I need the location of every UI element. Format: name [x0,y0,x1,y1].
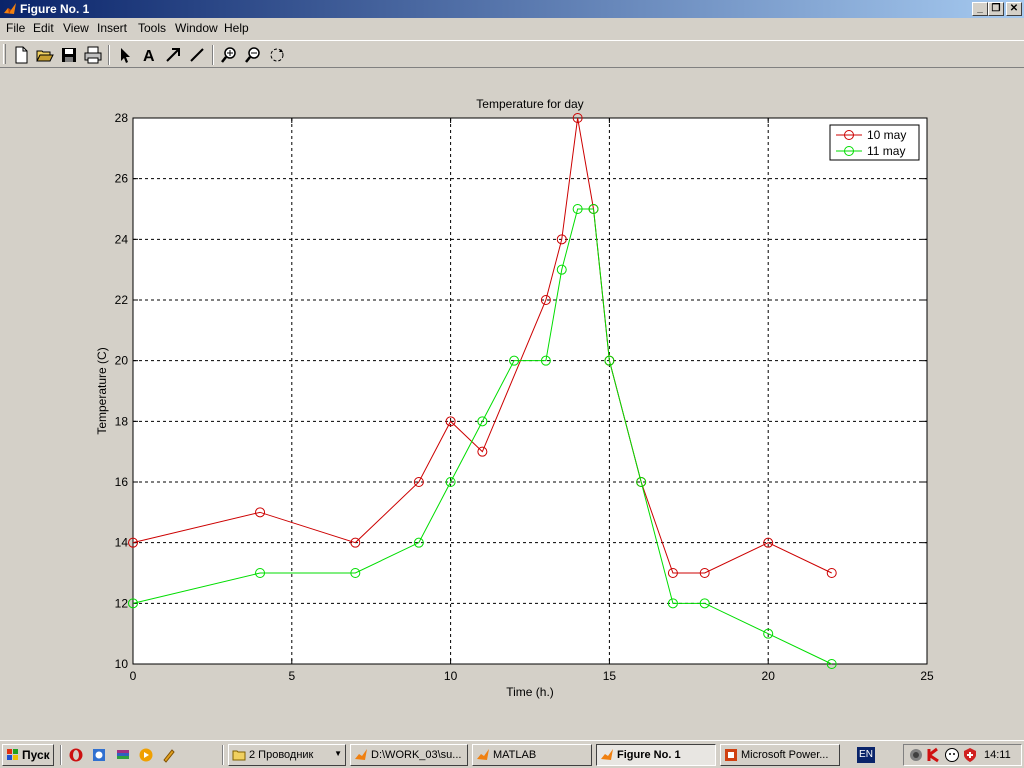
y-tick-label: 18 [115,414,129,428]
media-player-icon[interactable] [138,747,154,763]
opera-icon[interactable] [68,747,84,763]
matlab-icon [601,749,613,760]
insert-arrow-icon[interactable] [162,44,184,66]
y-tick-label: 28 [115,111,129,125]
task-label: 2 Проводник [249,749,314,761]
windows-logo-icon [7,749,18,760]
y-tick-label: 14 [115,536,129,550]
task-label: MATLAB [493,749,537,761]
window-title: Figure No. 1 [20,2,90,16]
task-matlab-editor[interactable]: D:\WORK_03\su... [350,744,468,766]
task-matlab[interactable]: MATLAB [472,744,592,766]
folder-icon [232,750,246,761]
minimize-button[interactable]: _ [972,2,988,16]
svg-text:A: A [143,48,155,65]
y-tick-label: 24 [115,232,129,246]
start-label: Пуск [22,748,50,762]
y-tick-label: 10 [115,657,129,671]
new-file-icon[interactable] [10,44,32,66]
task-explorer[interactable]: 2 Проводник ▼ [228,744,346,766]
outlook-icon[interactable] [91,747,107,763]
taskbar-separator [60,745,62,765]
rotate-3d-icon[interactable] [266,44,288,66]
task-label: Figure No. 1 [617,749,681,761]
minimize-icon: _ [977,3,983,14]
menu-view[interactable]: View [63,21,89,35]
zoom-out-icon[interactable] [242,44,264,66]
menu-window[interactable]: Window [175,21,218,35]
antivirus-icon[interactable] [926,747,942,763]
x-tick-label: 25 [920,669,934,683]
shield-icon[interactable] [962,747,978,763]
agent-icon[interactable] [944,747,960,763]
x-tick-label: 15 [603,669,617,683]
menu-insert[interactable]: Insert [97,21,127,35]
y-tick-label: 16 [115,475,129,489]
start-button[interactable]: Пуск [2,744,54,766]
y-tick-label: 26 [115,172,129,186]
matlab-icon [355,749,367,760]
task-label: Microsoft Power... [741,749,829,761]
y-axis-label: Temperature (C) [95,347,109,434]
chevron-down-icon: ▼ [334,749,342,758]
x-tick-label: 20 [762,669,776,683]
chart-legend[interactable]: 10 may 11 may [829,124,920,161]
toolbar-separator [212,45,214,65]
zoom-in-icon[interactable] [218,44,240,66]
restore-icon: ❐ [991,3,1001,14]
taskbar: Пуск 2 Проводник ▼ D:\WORK_03\su... MATL… [0,740,1024,768]
matlab-icon [477,749,489,760]
open-folder-icon[interactable] [34,44,56,66]
tool-icon[interactable] [161,747,177,763]
language-indicator[interactable]: EN [857,747,875,763]
task-figure[interactable]: Figure No. 1 [596,744,716,766]
x-axis-label: Time (h.) [506,685,554,699]
legend-label-11-may: 11 may [867,144,905,158]
plot-axes[interactable] [132,117,928,665]
figure-toolbar: A [0,40,1024,68]
system-tray: 14:11 [903,744,1022,766]
x-tick-label: 0 [130,669,137,683]
restore-button[interactable]: ❐ [988,2,1004,16]
menu-tools[interactable]: Tools [138,21,166,35]
task-label: D:\WORK_03\su... [371,749,462,761]
insert-text-icon[interactable]: A [138,44,160,66]
speaker-icon[interactable] [908,747,924,763]
y-tick-label: 12 [115,596,129,610]
menu-help[interactable]: Help [224,21,249,35]
taskbar-separator [222,745,224,765]
insert-line-icon[interactable] [186,44,208,66]
save-icon[interactable] [58,44,80,66]
close-icon: ✕ [1009,3,1019,14]
powerpoint-icon [725,749,737,761]
x-tick-label: 10 [444,669,458,683]
toolbar-separator [108,45,110,65]
menu-file[interactable]: File [6,21,25,35]
y-tick-label: 22 [115,293,129,307]
toolbar-grip[interactable] [3,44,6,64]
winrar-icon[interactable] [115,747,131,763]
legend-label-10-may: 10 may [867,128,906,142]
chart-title: Temperature for day [476,97,583,111]
menubar: File Edit View Insert Tools Window Help [0,18,1024,38]
x-tick-label: 5 [288,669,295,683]
task-powerpoint[interactable]: Microsoft Power... [720,744,840,766]
window-titlebar[interactable]: Figure No. 1 _ ❐ ✕ [0,0,1024,18]
print-icon[interactable] [82,44,104,66]
y-tick-label: 20 [115,354,129,368]
select-arrow-icon[interactable] [114,44,136,66]
menu-edit[interactable]: Edit [33,21,54,35]
matlab-icon [4,3,16,14]
close-button[interactable]: ✕ [1006,2,1022,16]
figure-canvas: 0 5 10 15 20 25 10 12 14 16 18 20 22 24 26 28 Temperatu… [95,97,934,699]
clock: 14:11 [984,749,1011,761]
